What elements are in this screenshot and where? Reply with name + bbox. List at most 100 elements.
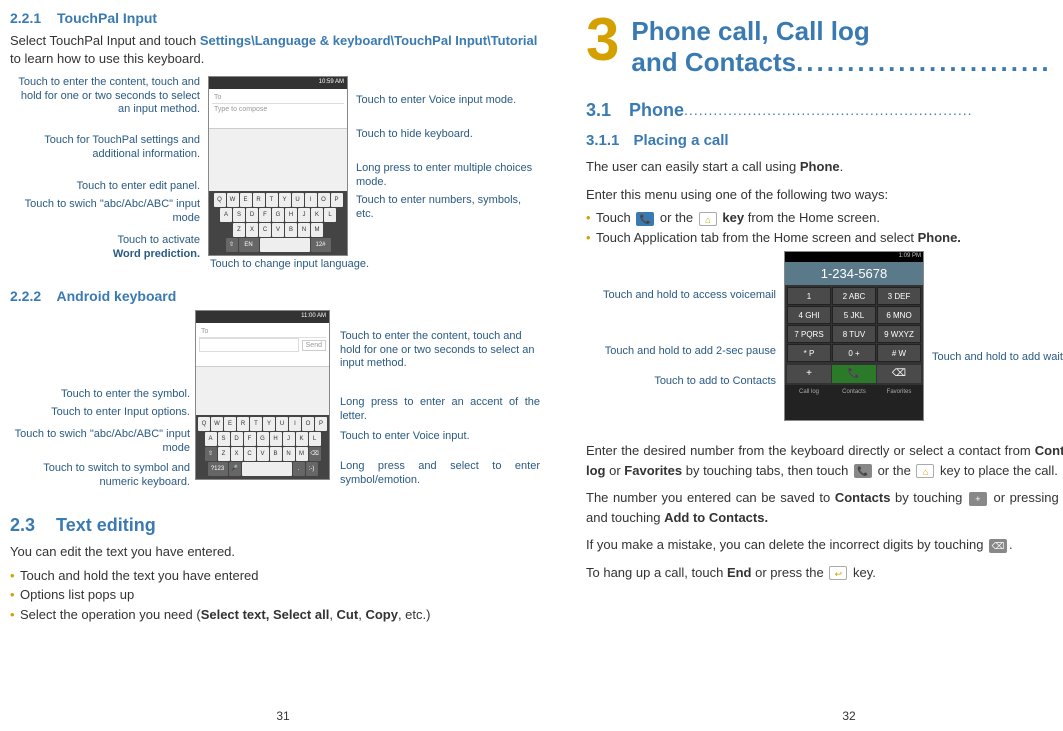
dialpad-key: 6 MNO	[877, 306, 921, 324]
kb-key: T	[250, 417, 262, 431]
kb-key: O	[302, 417, 314, 431]
kb-key: U	[292, 193, 304, 207]
section-222-title: Android keyboard	[57, 288, 177, 304]
android-screenshot: 11:00 AM To Send QWERTYUIOP ASDFGHJKL ⇧ …	[195, 310, 330, 480]
kb-key: D	[246, 208, 258, 222]
kb-key: H	[270, 432, 282, 446]
placing-call-p6: To hang up a call, touch End or press th…	[586, 563, 1063, 583]
dialpad-key: 3 DEF	[877, 287, 921, 305]
kb-key: N	[298, 223, 310, 237]
kb-key: M	[296, 447, 308, 461]
kb-key: G	[272, 208, 284, 222]
callout-multiple-choices: Long press to enter multiple choices mod…	[356, 162, 536, 188]
kb-key: U	[276, 417, 288, 431]
callout2-symbol: Touch to enter the symbol.	[10, 388, 190, 401]
touchpal-intro: Select TouchPal Input and touch Settings…	[10, 32, 546, 68]
callout-2sec-pause: Touch and hold to add 2-sec pause	[586, 345, 776, 358]
section-222-num: 2.2.2	[10, 288, 41, 304]
dialpad-key: 8 TUV	[832, 325, 876, 343]
akb-smile: :-)	[306, 462, 318, 476]
phone-tile-icon: 📞	[636, 212, 654, 226]
placing-call-p1: The user can easily start a call using P…	[586, 157, 1063, 177]
dialpad-key: 0 +	[832, 344, 876, 362]
callout-voice-input: Touch to enter Voice input mode.	[356, 94, 536, 107]
callout2-content: Touch to enter the content, touch and ho…	[340, 330, 540, 370]
section-311-title: Placing a call	[634, 132, 729, 149]
kb-key: R	[237, 417, 249, 431]
kb-key: K	[296, 432, 308, 446]
kb-key: Z	[233, 223, 245, 237]
page-left: 2.2.1 TouchPal Input Select TouchPal Inp…	[0, 0, 566, 731]
dialer-number-display: 1-234-5678	[785, 262, 923, 285]
kb-key: J	[298, 208, 310, 222]
dialpad-key: 1	[787, 287, 831, 305]
callout2-emotion: Long press and select to enter symbol/em…	[340, 460, 540, 486]
page-right: 3 Phone call, Call log and Contacts.....…	[566, 0, 1063, 731]
akb-shift: ⇧	[205, 447, 217, 461]
callout2-numeric: Touch to switch to symbol and numeric ke…	[10, 462, 190, 488]
kb-space-key	[260, 238, 310, 252]
akb-dot: .	[293, 462, 305, 476]
dialer-screenshot: 1:09 PM 1-234-5678 12 ABC3 DEF4 GHI5 JKL…	[784, 251, 924, 421]
touchpal-keyboard: QWERTYUIOP ASDFGHJKL ZXCVBNM ⇧ EN 12#	[209, 191, 347, 255]
section-221-title: TouchPal Input	[57, 10, 157, 26]
status-bar-time: 10:59 AM	[209, 77, 347, 89]
tab-favorites: Favorites	[877, 387, 921, 397]
callout-word-pred: Touch to activateWord prediction.	[10, 234, 200, 260]
kb-key: G	[257, 432, 269, 446]
call-method-2: Touch Application tab from the Home scre…	[586, 228, 1063, 248]
akb-space	[242, 462, 292, 476]
section-311-num: 3.1.1	[586, 132, 619, 149]
section-311-heading: 3.1.1 Placing a call	[586, 132, 1063, 149]
chapter-head: 3 Phone call, Call log and Contacts.....…	[586, 10, 1063, 78]
section-221-heading: 2.2.1 TouchPal Input	[10, 10, 546, 26]
call-methods-list: Touch 📞 or the ⌂ key from the Home scree…	[586, 208, 1063, 247]
kb-key: X	[231, 447, 243, 461]
callout2-input-opts: Touch to enter Input options.	[10, 406, 190, 419]
kb-key: Z	[218, 447, 230, 461]
call-icon: 📞	[854, 464, 872, 478]
dialer-add-contact: +	[787, 365, 831, 383]
section-31-num: 3.1	[586, 100, 611, 121]
call-key-icon: ⌂	[916, 464, 934, 478]
kb-key: Q	[214, 193, 226, 207]
kb-key: J	[283, 432, 295, 446]
kb-key: S	[218, 432, 230, 446]
end-key-icon: ↩	[829, 566, 847, 580]
callout-numbers: Touch to enter numbers, symbols, etc.	[356, 194, 536, 220]
callout-edit-panel: Touch to enter edit panel.	[10, 180, 200, 193]
compose-to: To	[212, 92, 344, 104]
kb-key: X	[246, 223, 258, 237]
touchpal-diagram: 10:59 AM To Type to compose QWERTYUIOP A…	[10, 76, 546, 276]
kb-key: Y	[279, 193, 291, 207]
kb-key: A	[220, 208, 232, 222]
kb-key: Y	[263, 417, 275, 431]
kb-key: B	[285, 223, 297, 237]
dialpad-key: 7 PQRS	[787, 325, 831, 343]
kb-key: L	[309, 432, 321, 446]
callout-add-wait: Touch and hold to add wait	[932, 351, 1063, 364]
te-step2: Options list pops up	[10, 585, 546, 605]
akb-123: ?123	[208, 462, 228, 476]
kb-key: E	[240, 193, 252, 207]
dialpad-key: * P	[787, 344, 831, 362]
dialer-diagram: 1:09 PM 1-234-5678 12 ABC3 DEF4 GHI5 JKL…	[586, 251, 1063, 431]
dialer-backspace: ⌫	[877, 365, 921, 383]
page-number-right: 32	[842, 709, 855, 723]
akb-del: ⌫	[309, 447, 321, 461]
callout2-voice: Touch to enter Voice input.	[340, 430, 540, 443]
text-editing-list: Touch and hold the text you have entered…	[10, 566, 546, 625]
callout-settings: Touch for TouchPal settings and addition…	[10, 134, 200, 160]
dialpad-key: 9 WXYZ	[877, 325, 921, 343]
touchpal-screenshot: 10:59 AM To Type to compose QWERTYUIOP A…	[208, 76, 348, 256]
dialpad-key: 4 GHI	[787, 306, 831, 324]
status-bar-time2: 11:00 AM	[196, 311, 329, 323]
kb-key: H	[285, 208, 297, 222]
android-keyboard: QWERTYUIOP ASDFGHJKL ⇧ ZXCVBNM ⌫ ?123 🎤 …	[196, 415, 329, 479]
kb-key: L	[324, 208, 336, 222]
placing-call-p5: If you make a mistake, you can delete th…	[586, 535, 1063, 555]
kb-key: W	[227, 193, 239, 207]
placing-call-p3: Enter the desired number from the keyboa…	[586, 441, 1063, 480]
dialpad-key: 2 ABC	[832, 287, 876, 305]
akb-mic: 🎤	[229, 462, 241, 476]
